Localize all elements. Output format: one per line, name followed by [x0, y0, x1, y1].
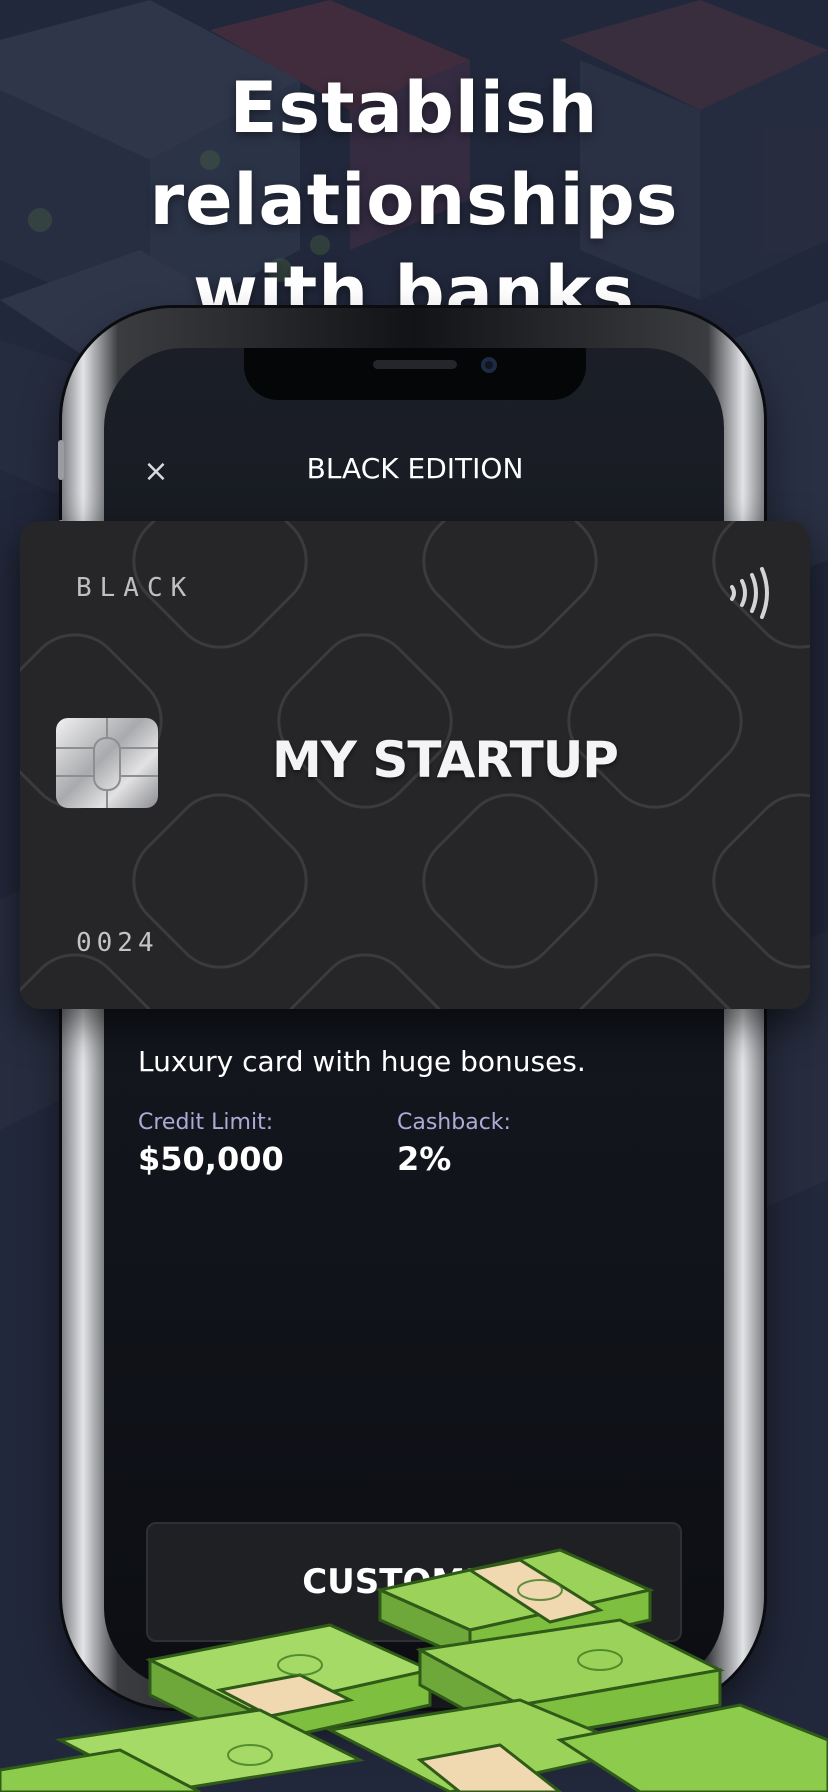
chip-icon [56, 718, 158, 808]
phone-camera [481, 357, 497, 373]
cashback-label: Cashback: [397, 1110, 511, 1135]
chip-contacts [56, 718, 158, 808]
phone-speaker [373, 360, 457, 369]
headline: Establish relationships with banks [0, 62, 828, 338]
cashback-value: 2% [397, 1140, 452, 1178]
screen-title: BLACK EDITION [306, 452, 524, 485]
credit-limit-label: Credit Limit: [138, 1110, 274, 1135]
credit-limit-value: $50,000 [138, 1140, 284, 1178]
contactless-icon [730, 567, 769, 619]
phone-notch [244, 348, 586, 400]
card-description: Luxury card with huge bonuses. [138, 1045, 586, 1078]
money-pile-illustration [0, 1548, 828, 1792]
credit-card: BLACK MY STARTUP 0024 [20, 521, 810, 1009]
close-icon[interactable]: × [136, 452, 176, 492]
card-number: 0024 [76, 928, 159, 958]
card-tier: BLACK [76, 573, 195, 603]
card-brand: MY STARTUP [272, 731, 619, 789]
phone-side-button [58, 440, 64, 480]
headline-line-1: Establish relationships [149, 67, 679, 241]
